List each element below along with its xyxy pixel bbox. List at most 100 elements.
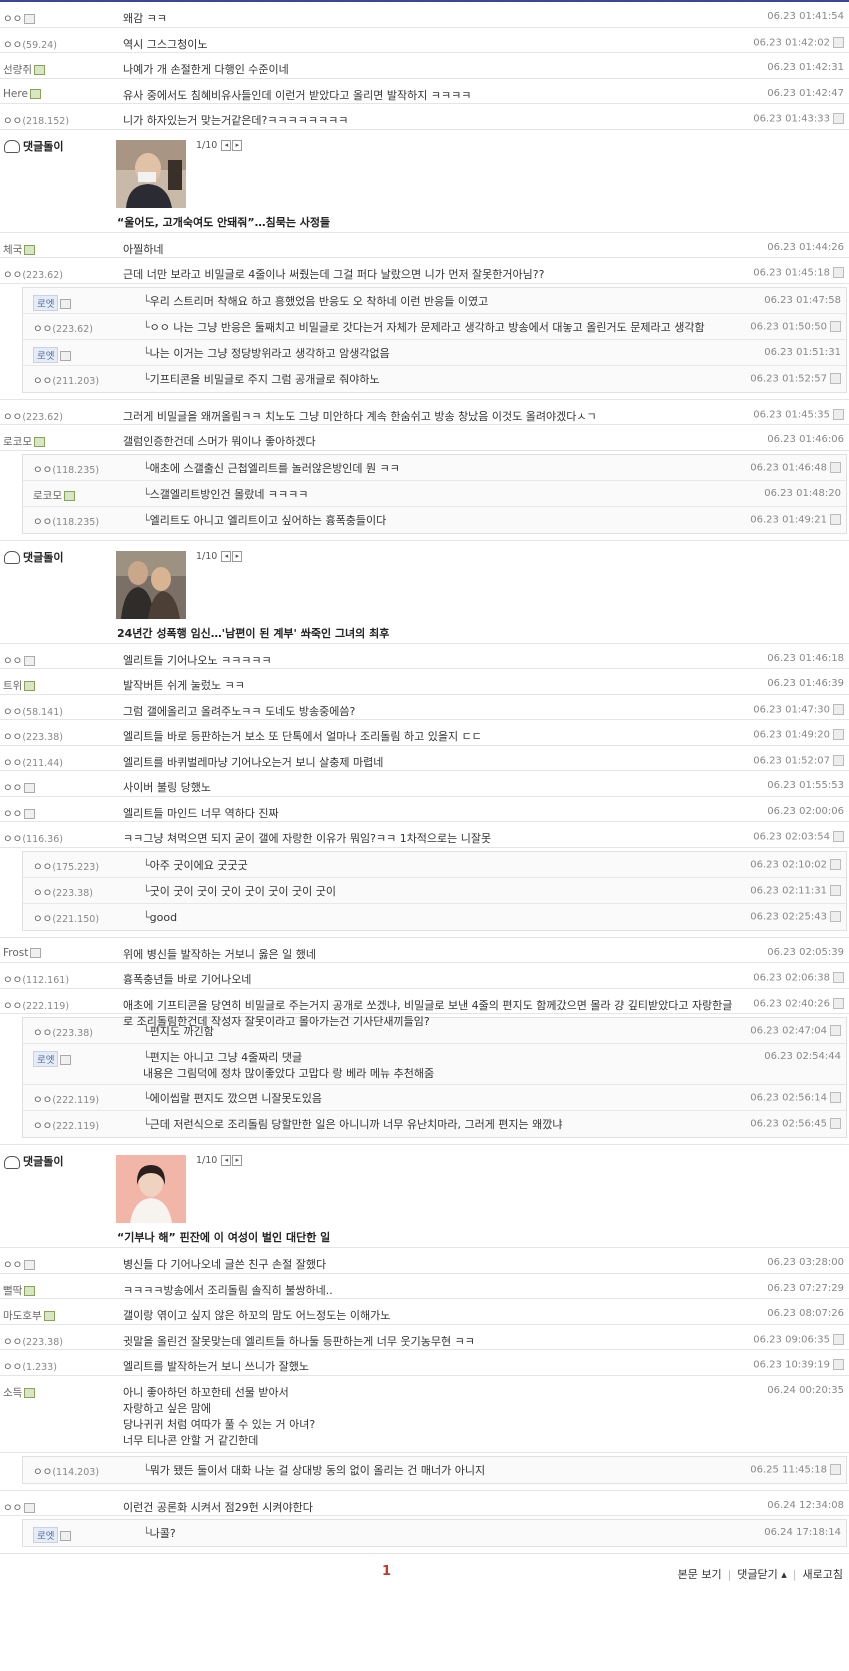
- nickname[interactable]: 로엣: [33, 346, 59, 363]
- view-post-link[interactable]: 본문 보기: [678, 1568, 722, 1581]
- nickname[interactable]: ㅇㅇ: [3, 1361, 22, 1373]
- next-arrow-icon[interactable]: ▸: [232, 550, 243, 562]
- nickname[interactable]: ㅇㅇ: [3, 1502, 22, 1514]
- delete-icon[interactable]: [830, 320, 841, 332]
- ad-thumbnail-image[interactable]: [116, 550, 186, 619]
- delete-icon[interactable]: [830, 461, 841, 473]
- comment-author: 소득: [3, 1385, 36, 1400]
- nickname[interactable]: 마도호부: [3, 1310, 42, 1322]
- delete-icon[interactable]: [833, 729, 844, 740]
- nickname[interactable]: ㅇㅇ: [33, 861, 52, 873]
- delete-icon[interactable]: [833, 408, 844, 420]
- delete-icon[interactable]: [830, 1025, 841, 1036]
- comment-author: ㅇㅇ(211.44): [3, 755, 63, 770]
- nickname[interactable]: ㅇㅇ: [3, 13, 22, 25]
- nickname[interactable]: Here: [3, 88, 28, 100]
- delete-icon[interactable]: [830, 858, 841, 870]
- prev-arrow-icon[interactable]: ◂: [221, 1155, 232, 1166]
- nickname[interactable]: ㅇㅇ: [3, 706, 22, 718]
- delete-icon[interactable]: [833, 1333, 844, 1345]
- ad-title[interactable]: 24년간 성폭행 임신…'남편이 된 계부' 쏴죽인 그녀의 최후: [117, 625, 389, 641]
- comment-author: ㅇㅇ(59.24): [3, 37, 57, 52]
- delete-icon[interactable]: [830, 910, 841, 922]
- delete-icon[interactable]: [833, 831, 844, 842]
- next-arrow-icon[interactable]: ▸: [232, 139, 243, 151]
- delete-icon[interactable]: [833, 703, 844, 715]
- nickname[interactable]: ㅇㅇ: [33, 464, 52, 476]
- nickname[interactable]: ㅇㅇ: [33, 887, 52, 899]
- reply-row: ㅇㅇ(175.223) 아주 굿이에요 굿굿굿 06.23 02:10:02: [23, 852, 846, 878]
- delete-icon[interactable]: [833, 972, 844, 983]
- nickname[interactable]: ㅇㅇ: [3, 1259, 22, 1271]
- collapse-comments-link[interactable]: 댓글닫기 ▴: [737, 1568, 787, 1581]
- delete-icon[interactable]: [830, 1118, 841, 1129]
- delete-icon[interactable]: [833, 1359, 844, 1370]
- nickname[interactable]: ㅇㅇ: [3, 1000, 22, 1012]
- ad-pager[interactable]: 1/10 ◂ ▸: [196, 550, 243, 562]
- delete-icon[interactable]: [830, 372, 841, 384]
- fixed-user-icon: [24, 1502, 36, 1513]
- nickname[interactable]: ㅇㅇ: [3, 411, 22, 423]
- ad-title[interactable]: “울어도, 고개숙여도 안돼줘”…침묵는 사정들: [117, 214, 330, 230]
- prev-arrow-icon[interactable]: ◂: [221, 550, 232, 562]
- comment-text: 기프티콘을 비밀글로 주지 그럼 공개글로 줘야하노: [143, 372, 746, 388]
- nickname[interactable]: ㅇㅇ: [3, 115, 22, 127]
- nickname[interactable]: ㅇㅇ: [33, 1120, 52, 1132]
- nickname[interactable]: ㅇㅇ: [3, 269, 22, 281]
- ad-block-1[interactable]: 댓글돌이 1/10 ◂ ▸ “울어도, 고개숙여도 안돼줘”…침묵는 사정들: [0, 130, 849, 233]
- comment-row: 뻘딱 ㅋㅋㅋㅋ방송에서 조리돌림 솔직히 불쌍하네.. 06.23 07:27:29: [0, 1274, 849, 1299]
- ad-block-2[interactable]: 댓글돌이 1/10 ◂ ▸ 24년간 성폭행 임신…'남편이 된 계부' 쏴죽인 …: [0, 541, 849, 644]
- nickname[interactable]: ㅇㅇ: [3, 808, 22, 820]
- page-number[interactable]: 1: [382, 1564, 391, 1579]
- ad-block-3[interactable]: 댓글돌이 1/10 ◂ ▸ “기부나 해” 핀잔에 이 여성이 벌인 대단한 일: [0, 1145, 849, 1248]
- delete-icon[interactable]: [833, 113, 844, 124]
- nickname[interactable]: ㅇㅇ: [33, 1094, 52, 1106]
- ad-thumbnail-image[interactable]: [116, 139, 186, 208]
- prev-arrow-icon[interactable]: ◂: [221, 139, 232, 151]
- comment-author: ㅇㅇ(223.62): [33, 321, 93, 336]
- next-arrow-icon[interactable]: ▸: [232, 1155, 243, 1166]
- delete-icon[interactable]: [830, 1463, 841, 1475]
- ad-pager[interactable]: 1/10 ◂ ▸: [196, 139, 243, 151]
- nickname[interactable]: 로코모: [3, 436, 32, 448]
- nickname[interactable]: 로엣: [33, 294, 59, 311]
- nickname[interactable]: 트위: [3, 680, 22, 692]
- nickname[interactable]: ㅇㅇ: [33, 1027, 52, 1039]
- ip-address: (223.38): [22, 732, 63, 743]
- comment-date: 06.23 01:47:58: [764, 294, 841, 306]
- nickname[interactable]: ㅇㅇ: [3, 39, 22, 51]
- delete-icon[interactable]: [833, 36, 844, 48]
- nickname[interactable]: ㅇㅇ: [33, 516, 52, 528]
- refresh-link[interactable]: 새로고침: [803, 1568, 843, 1581]
- nickname[interactable]: ㅇㅇ: [33, 323, 52, 335]
- delete-icon[interactable]: [833, 267, 844, 278]
- comment-text: 편지는 아니고 그냥 4줄짜리 댓글 내용은 그림덕에 정차 많이좋았다 고맙다…: [143, 1050, 746, 1082]
- nickname[interactable]: 로코모: [33, 490, 62, 502]
- comment-row: ㅇㅇ 엘리트들 마인드 너무 역하다 진짜 06.23 02:00:06: [0, 797, 849, 822]
- ad-pager[interactable]: 1/10 ◂ ▸: [196, 1155, 243, 1166]
- nickname[interactable]: ㅇㅇ: [3, 757, 22, 769]
- delete-icon[interactable]: [833, 997, 844, 1009]
- nickname[interactable]: 뻘딱: [3, 1285, 22, 1297]
- nickname[interactable]: ㅇㅇ: [3, 974, 22, 986]
- nickname[interactable]: ㅇㅇ: [3, 1336, 22, 1348]
- delete-icon[interactable]: [830, 884, 841, 896]
- nickname[interactable]: ㅇㅇ: [3, 833, 22, 845]
- nickname[interactable]: ㅇㅇ: [3, 731, 22, 743]
- nickname[interactable]: 선량쥐: [3, 64, 32, 76]
- ad-title[interactable]: “기부나 해” 핀잔에 이 여성이 벌인 대단한 일: [117, 1229, 330, 1245]
- nickname[interactable]: Frost: [3, 947, 28, 959]
- delete-icon[interactable]: [830, 1092, 841, 1103]
- nickname[interactable]: 소득: [3, 1387, 22, 1399]
- nickname[interactable]: ㅇㅇ: [33, 1466, 52, 1478]
- nickname[interactable]: 체국: [3, 244, 22, 256]
- delete-icon[interactable]: [830, 513, 841, 525]
- nickname[interactable]: ㅇㅇ: [33, 913, 52, 925]
- nickname[interactable]: 로엣: [33, 1527, 59, 1543]
- ad-thumbnail-image[interactable]: [116, 1155, 186, 1223]
- nickname[interactable]: ㅇㅇ: [33, 375, 52, 387]
- nickname[interactable]: ㅇㅇ: [3, 782, 22, 794]
- delete-icon[interactable]: [833, 754, 844, 766]
- nickname[interactable]: 로엣: [33, 1051, 59, 1067]
- nickname[interactable]: ㅇㅇ: [3, 655, 22, 667]
